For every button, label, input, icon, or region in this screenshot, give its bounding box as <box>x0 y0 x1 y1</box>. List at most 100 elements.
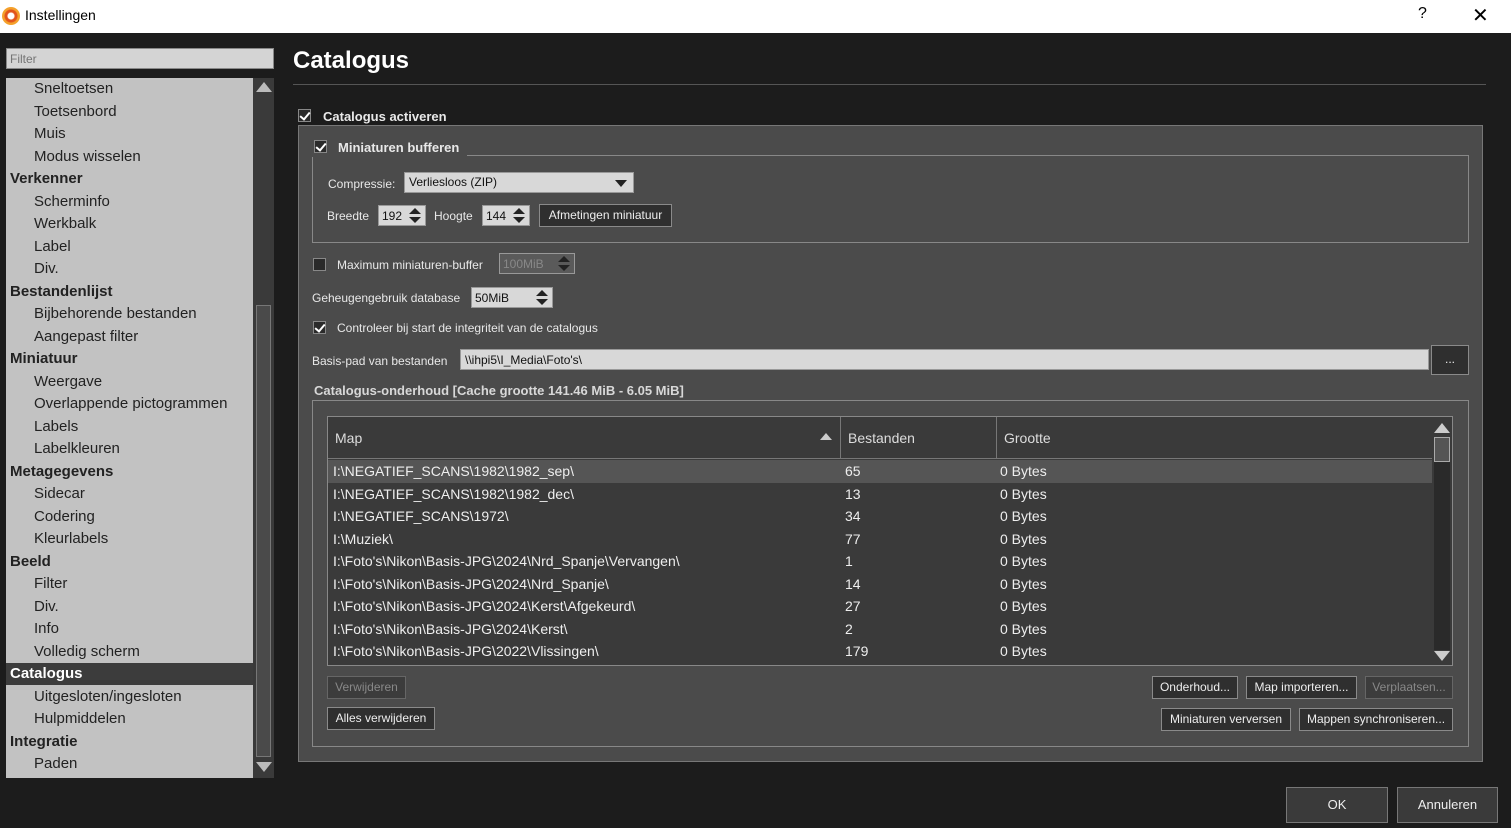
sidebar-item[interactable]: Modus wisselen <box>6 146 254 168</box>
spin-up-icon[interactable] <box>409 208 421 214</box>
cell-folder: I:\NEGATIEF_SCANS\1982\1982_dec\ <box>333 485 574 502</box>
table-row[interactable]: I:\NEGATIEF_SCANS\1972\ 34 0 Bytes <box>328 505 1432 528</box>
table-row[interactable]: I:\NEGATIEF_SCANS\1982\1982_dec\ 13 0 Byte… <box>328 483 1432 506</box>
scroll-thumb[interactable] <box>256 305 271 757</box>
move-button[interactable]: Verplaatsen... <box>1365 676 1453 699</box>
sidebar-item[interactable]: Codering <box>6 506 254 528</box>
sidebar-item[interactable]: Aangepast filter <box>6 326 254 348</box>
table-row[interactable]: I:\NEGATIEF_SCANS\1982\1982_sep\ 65 0 Byte… <box>328 460 1432 483</box>
maintenance-title: Catalogus-onderhoud [Cache grootte 141.4… <box>314 383 684 398</box>
sidebar-item[interactable]: Labelkleuren <box>6 438 254 460</box>
sidebar-item[interactable]: Labels <box>6 416 254 438</box>
sidebar-item[interactable]: Miniatuur <box>6 348 254 370</box>
table-row[interactable]: I:\Foto's\Nikon\Basis-JPG\2024\Nrd_Spanj… <box>328 573 1432 596</box>
settings-tree[interactable]: Sneltoetsen Toetsenbord Muis Modus wisselen… <box>6 78 254 778</box>
table-row[interactable]: I:\Foto's\Nikon\Basis-JPG\2024\Nrd_Spanj… <box>328 550 1432 573</box>
table-row[interactable]: I:\Foto's\Nikon\Basis-JPG\2024\Kerst\Afg… <box>328 595 1432 618</box>
filter-input[interactable] <box>6 48 274 69</box>
compression-value: Verliesloos (ZIP) <box>409 175 498 189</box>
sidebar-item[interactable]: Beeld <box>6 551 254 573</box>
height-value: 144 <box>486 209 507 223</box>
sidebar-item[interactable]: Catalogus <box>6 663 254 685</box>
max-buffer-checkbox[interactable] <box>313 258 326 271</box>
import-folder-button[interactable]: Map importeren... <box>1246 676 1357 699</box>
sidebar-item[interactable]: Werkbalk <box>6 213 254 235</box>
sidebar-item[interactable]: Sidecar <box>6 483 254 505</box>
col-header-size[interactable]: Grootte <box>997 417 1432 459</box>
sidebar-item[interactable]: Div. <box>6 596 254 618</box>
cell-size: 0 Bytes <box>1000 508 1047 524</box>
compression-select[interactable]: Verliesloos (ZIP) <box>404 172 634 193</box>
scroll-thumb[interactable] <box>1434 437 1450 462</box>
sidebar-item[interactable]: Overlappende pictogrammen <box>6 393 254 415</box>
sidebar-item[interactable]: Volledig scherm <box>6 641 254 663</box>
sidebar-scrollbar[interactable] <box>253 78 274 778</box>
sidebar-item[interactable]: Weergave <box>6 371 254 393</box>
sidebar-item[interactable]: Paden <box>6 753 254 775</box>
thumbnail-buffer-group <box>312 155 1469 243</box>
db-memory-value: 50MiB <box>475 291 510 305</box>
enable-catalog-checkbox[interactable] <box>298 109 311 122</box>
chevron-down-icon <box>615 180 627 187</box>
spin-up-icon[interactable] <box>536 290 548 296</box>
spin-down-icon[interactable] <box>558 265 570 271</box>
sidebar-item[interactable]: Div. <box>6 258 254 280</box>
scroll-up-icon[interactable] <box>256 82 272 92</box>
spin-up-icon[interactable] <box>513 208 525 214</box>
db-memory-spinner[interactable]: 50MiB <box>471 287 553 308</box>
sidebar-item[interactable]: Verkenner <box>6 168 254 190</box>
integrity-label: Controleer bij start de integriteit van … <box>337 321 598 335</box>
cell-folder: I:\Foto's\Nikon\Basis-JPG\2024\Kerst\ <box>333 620 568 637</box>
sidebar-item[interactable]: Filter <box>6 573 254 595</box>
folder-table[interactable]: Map Bestanden Grootte I:\NEGATIEF_SCANS\… <box>327 416 1453 666</box>
sidebar-item[interactable]: Hulpmiddelen <box>6 708 254 730</box>
sidebar-item[interactable]: Toetsenbord <box>6 101 254 123</box>
remove-all-button[interactable]: Alles verwijderen <box>327 707 435 730</box>
browse-button[interactable]: ... <box>1431 345 1469 375</box>
col-header-map[interactable]: Map <box>328 417 841 459</box>
table-row[interactable]: I:\Muziek\ 77 0 Bytes <box>328 528 1432 551</box>
width-spinner[interactable]: 192 <box>378 205 426 226</box>
spin-down-icon[interactable] <box>536 299 548 305</box>
thumb-size-button[interactable]: Afmetingen miniatuur <box>539 204 672 227</box>
ok-button[interactable]: OK <box>1286 787 1388 823</box>
height-spinner[interactable]: 144 <box>482 205 530 226</box>
cell-files: 1 <box>845 553 853 569</box>
refresh-thumbs-button[interactable]: Miniaturen verversen <box>1161 708 1291 731</box>
spin-up-icon[interactable] <box>558 256 570 262</box>
sidebar-item[interactable]: Bestandenlijst <box>6 281 254 303</box>
sidebar-item[interactable]: Metagegevens <box>6 461 254 483</box>
sync-folders-button[interactable]: Mappen synchroniseren... <box>1299 708 1453 731</box>
cell-files: 77 <box>845 530 861 547</box>
remove-button[interactable]: Verwijderen <box>327 676 406 699</box>
table-row[interactable]: I:\Foto's\Nikon\Basis-JPG\2024\Kerst\ 2 0 … <box>328 618 1432 641</box>
scroll-up-icon[interactable] <box>1434 423 1450 433</box>
base-path-input[interactable]: \\ihpi5\I_Media\Foto's\ <box>460 349 1429 370</box>
buffer-thumbs-checkbox[interactable] <box>314 140 327 153</box>
sidebar-item[interactable]: Scherminfo <box>6 191 254 213</box>
help-button[interactable]: ? <box>1418 5 1427 23</box>
sidebar-item[interactable]: Sneltoetsen <box>6 78 254 100</box>
spin-down-icon[interactable] <box>513 217 525 223</box>
sidebar-item[interactable]: Kleurlabels <box>6 528 254 550</box>
maintenance-button[interactable]: Onderhoud... <box>1152 676 1238 699</box>
table-scrollbar[interactable] <box>1432 417 1452 665</box>
sidebar-item[interactable]: Muis <box>6 123 254 145</box>
cell-files: 34 <box>845 508 861 524</box>
max-buffer-spinner[interactable]: 100MiB <box>499 253 575 274</box>
sidebar-item[interactable]: Bijbehorende bestanden <box>6 303 254 325</box>
sidebar-item[interactable]: Uitgesloten/ingesloten <box>6 686 254 708</box>
scroll-down-icon[interactable] <box>1434 651 1450 661</box>
col-header-files[interactable]: Bestanden <box>841 417 997 459</box>
spin-down-icon[interactable] <box>409 217 421 223</box>
cancel-button[interactable]: Annuleren <box>1397 787 1498 823</box>
sidebar-item[interactable]: Label <box>6 236 254 258</box>
close-icon[interactable]: ✕ <box>1472 3 1489 28</box>
table-row[interactable]: I:\Foto's\Nikon\Basis-JPG\2022\Vlissinge… <box>328 640 1432 663</box>
cell-files: 14 <box>845 575 861 592</box>
integrity-checkbox[interactable] <box>313 321 326 334</box>
scroll-down-icon[interactable] <box>256 762 272 772</box>
app-icon <box>2 7 20 25</box>
sidebar-item[interactable]: Info <box>6 618 254 640</box>
sidebar-item[interactable]: Integratie <box>6 731 254 753</box>
